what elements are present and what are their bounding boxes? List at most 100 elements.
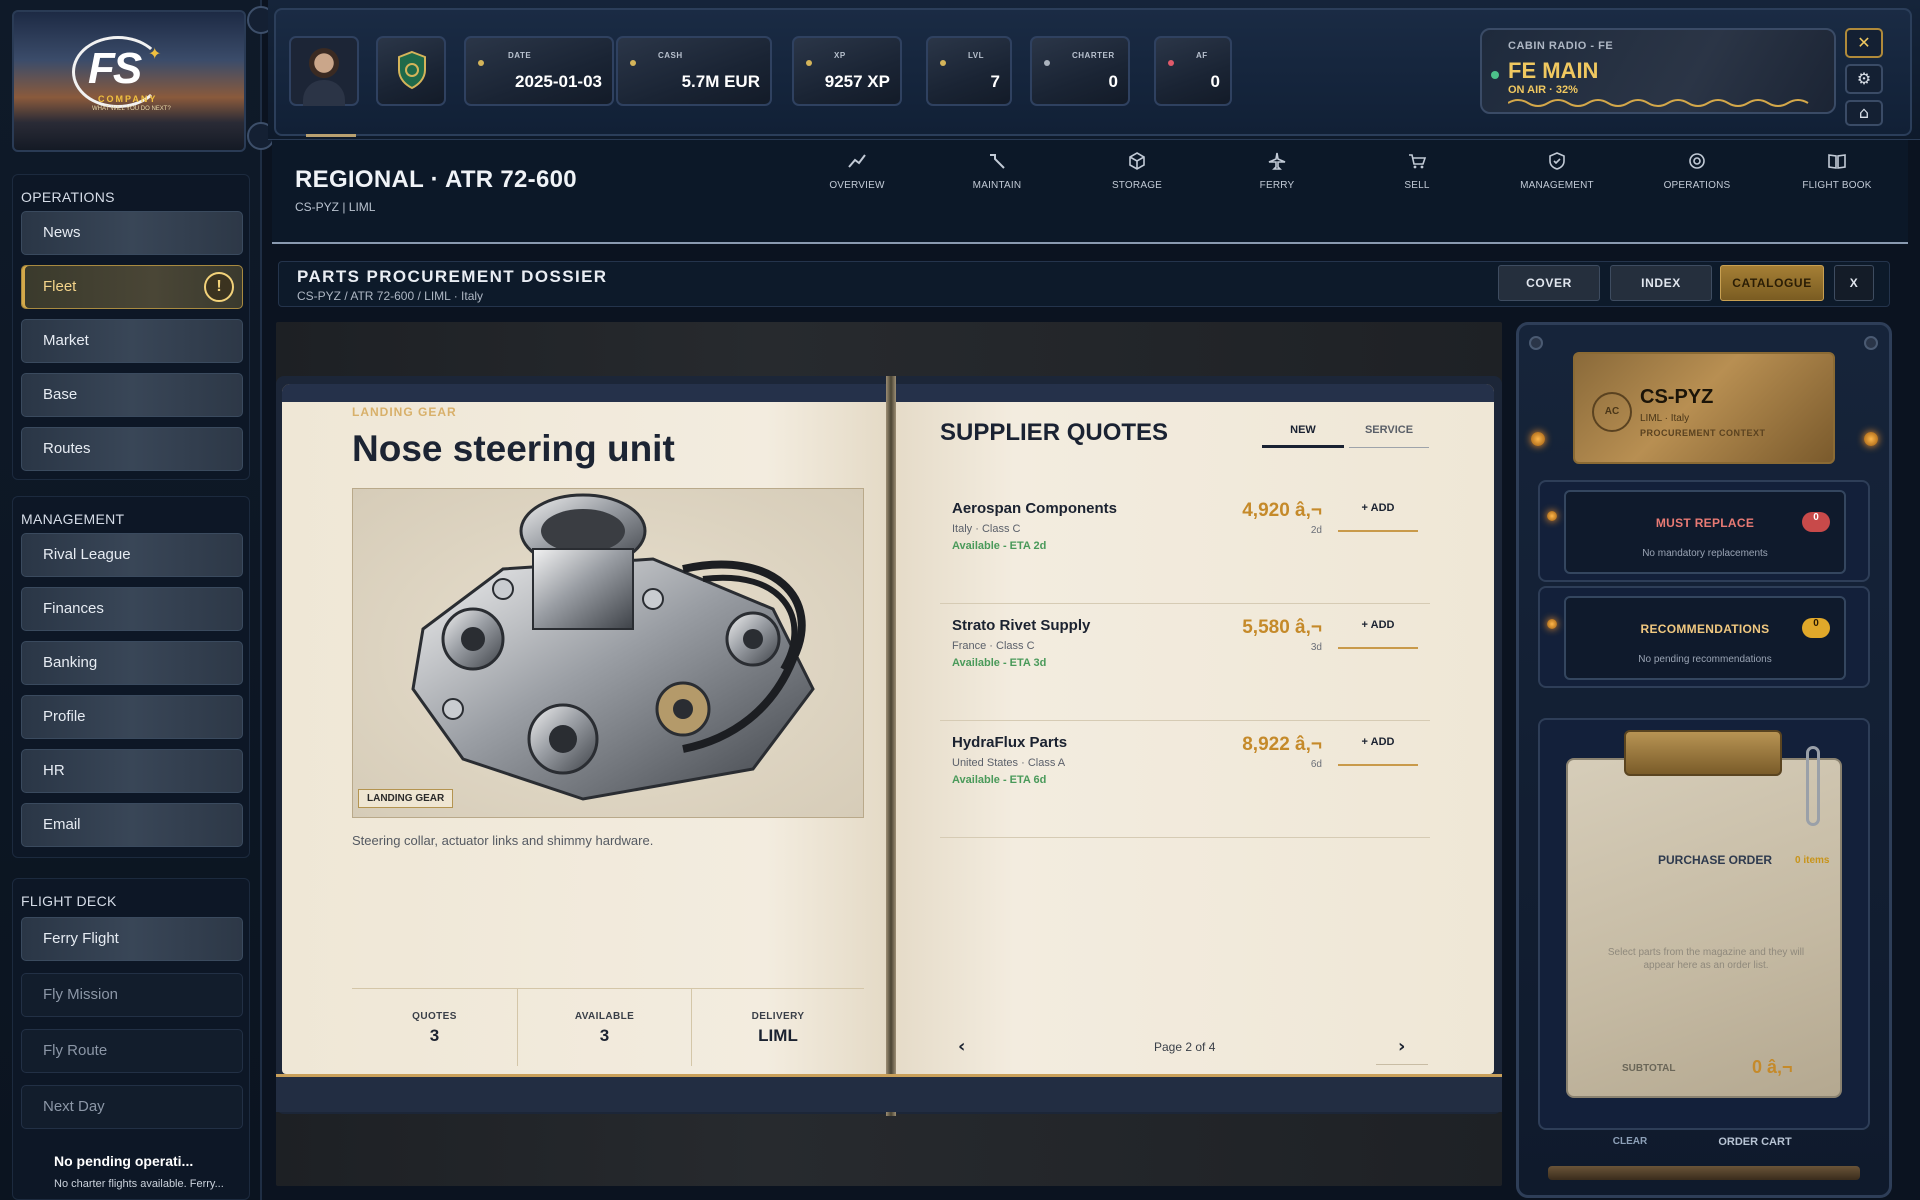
- tab-new[interactable]: NEW: [1262, 424, 1344, 448]
- sidebar-item-rival-league[interactable]: Rival League: [21, 533, 243, 577]
- tab-label: FLIGHT BOOK: [1802, 180, 1872, 191]
- cover-button[interactable]: COVER: [1498, 265, 1600, 301]
- waveform-icon: [1508, 99, 1809, 107]
- stat-label: LVL: [968, 51, 985, 60]
- sidebar-group-flight-deck: FLIGHT DECK Ferry Flight Fly Mission Fly…: [12, 878, 250, 1200]
- sidebar-item-routes[interactable]: Routes: [21, 427, 243, 471]
- shield-icon: [398, 50, 426, 90]
- tab-storage[interactable]: STORAGE: [1082, 150, 1192, 202]
- recommendations-subtitle: No pending recommendations: [1638, 654, 1772, 665]
- panel-hinge: [1548, 1166, 1860, 1180]
- page-indicator: Page 2 of 4: [1154, 1040, 1216, 1054]
- sidebar-item-fly-mission[interactable]: Fly Mission: [21, 973, 243, 1017]
- recommendations-count: 0: [1802, 618, 1830, 638]
- supplier-name: HydraFlux Parts: [952, 734, 1068, 751]
- recommendations-card[interactable]: RECOMMENDATIONS 0 No pending recommendat…: [1564, 596, 1846, 680]
- logo-star-icon: ✦: [148, 46, 162, 63]
- catalogue-button[interactable]: CATALOGUE: [1720, 265, 1824, 301]
- alert-icon: !: [204, 272, 234, 302]
- on-air-dot-icon: [1491, 71, 1499, 79]
- clear-order-button[interactable]: CLEAR: [1600, 1136, 1660, 1147]
- sidebar-item-label: Ferry Flight: [43, 930, 119, 947]
- settings-gear-button[interactable]: ⚙: [1845, 64, 1883, 94]
- previous-page-button[interactable]: ‹: [958, 1036, 965, 1057]
- quote-price: 8,922 â‚¬: [1242, 734, 1322, 755]
- tab-ferry[interactable]: FERRY: [1222, 150, 1332, 202]
- quote-row: HydraFlux Parts United States · Class A …: [940, 722, 1430, 838]
- tab-maintain[interactable]: MAINTAIN: [942, 150, 1052, 202]
- radio-label: CABIN RADIO - FE: [1508, 40, 1614, 52]
- quote-eta: 2d: [1310, 525, 1322, 536]
- supplier-origin: Italy · Class C: [952, 523, 1021, 535]
- supplier-quotes-title: SUPPLIER QUOTES: [940, 419, 1169, 446]
- sidebar-group-title: OPERATIONS: [21, 189, 115, 205]
- stat-value: 9257 XP: [824, 72, 890, 91]
- radio-station: FE MAIN: [1508, 58, 1599, 83]
- sidebar-item-label: Banking: [43, 654, 98, 671]
- sidebar-item-fleet[interactable]: Fleet !: [21, 265, 243, 309]
- stat-card-cash: CASH 5.7M EUR: [616, 36, 772, 106]
- pending-operations-subtitle: No charter flights available. Ferry...: [54, 1178, 224, 1190]
- sidebar-item-fly-route[interactable]: Fly Route: [21, 1029, 243, 1073]
- sidebar-item-finances[interactable]: Finances: [21, 587, 243, 631]
- stat-label: CHARTER: [1072, 51, 1115, 60]
- tab-label: SELL: [1404, 180, 1430, 191]
- quote-price: 4,920 â‚¬: [1242, 500, 1322, 521]
- close-dossier-button[interactable]: X: [1834, 265, 1874, 301]
- sidebar-item-label: Fly Mission: [43, 986, 119, 1003]
- sidebar-item-label: Fleet: [43, 278, 77, 295]
- tab-service[interactable]: SERVICE: [1349, 424, 1429, 448]
- sidebar-group-title: MANAGEMENT: [21, 511, 125, 527]
- sidebar-item-hr[interactable]: HR: [21, 749, 243, 793]
- tab-label: OVERVIEW: [829, 180, 885, 191]
- index-button[interactable]: INDEX: [1610, 265, 1712, 301]
- plate-location: LIML · Italy: [1640, 413, 1690, 424]
- subtotal-value: 0 â‚¬: [1752, 1057, 1793, 1077]
- clipboard-clip-icon: [1624, 730, 1782, 776]
- tab-label: MAINTAIN: [972, 180, 1022, 191]
- close-window-button[interactable]: ✕: [1845, 28, 1883, 58]
- must-replace-subtitle: No mandatory replacements: [1642, 548, 1768, 559]
- tab-operations[interactable]: OPERATIONS: [1642, 150, 1752, 202]
- order-cart-button[interactable]: ORDER CART: [1700, 1136, 1810, 1148]
- image-category-tag: LANDING GEAR: [358, 789, 454, 808]
- pager-underline: [1376, 1064, 1428, 1065]
- indicator-lamp-icon: [1531, 432, 1545, 446]
- status-dot-icon: [630, 60, 636, 66]
- sidebar-item-email[interactable]: Email: [21, 803, 243, 847]
- tab-management[interactable]: MANAGEMENT: [1502, 150, 1612, 202]
- add-to-order-button[interactable]: + ADD: [1338, 736, 1418, 766]
- sidebar-item-banking[interactable]: Banking: [21, 641, 243, 685]
- next-page-button[interactable]: ›: [1398, 1036, 1405, 1057]
- add-to-order-button[interactable]: + ADD: [1338, 502, 1418, 532]
- sidebar-group-title: FLIGHT DECK: [21, 893, 117, 909]
- breadcrumb: CS-PYZ / ATR 72-600 / LIML · Italy: [297, 289, 484, 303]
- quote-row: Aerospan Components Italy · Class C Avai…: [940, 488, 1430, 604]
- status-dot-icon: [478, 60, 484, 66]
- stat-value: 3: [429, 1026, 440, 1045]
- status-dot-icon: [1044, 60, 1050, 66]
- plate-registration: CS-PYZ: [1640, 386, 1714, 408]
- sidebar-item-profile[interactable]: Profile: [21, 695, 243, 739]
- chart-line-icon: [848, 154, 866, 168]
- stat-label: AF: [1196, 51, 1208, 60]
- sidebar-item-market[interactable]: Market: [21, 319, 243, 363]
- add-to-order-button[interactable]: + ADD: [1338, 619, 1418, 649]
- sidebar-item-base[interactable]: Base: [21, 373, 243, 417]
- sidebar-item-next-day[interactable]: Next Day: [21, 1085, 243, 1129]
- supplier-availability: Available - ETA 6d: [952, 774, 1047, 786]
- must-replace-card[interactable]: MUST REPLACE 0 No mandatory replacements: [1564, 490, 1846, 574]
- sidebar-item-news[interactable]: News: [21, 211, 243, 255]
- profile-button[interactable]: ⌂: [1845, 100, 1883, 126]
- pending-operations-title: No pending operati...: [54, 1153, 194, 1169]
- tab-overview[interactable]: OVERVIEW: [802, 150, 912, 202]
- wrench-icon: [990, 154, 1005, 169]
- quote-row: Strato Rivet Supply France · Class C Ava…: [940, 605, 1430, 721]
- supplier-availability: Available - ETA 2d: [952, 540, 1047, 552]
- sidebar-item-ferry-flight[interactable]: Ferry Flight: [21, 917, 243, 961]
- sidebar-item-label: Profile: [43, 708, 86, 725]
- stat-value: 2025-01-03: [515, 72, 602, 91]
- tab-sell[interactable]: SELL: [1362, 150, 1472, 202]
- stat-card-level: LVL 7: [926, 36, 1012, 106]
- tab-flight-book[interactable]: FLIGHT BOOK: [1782, 150, 1892, 202]
